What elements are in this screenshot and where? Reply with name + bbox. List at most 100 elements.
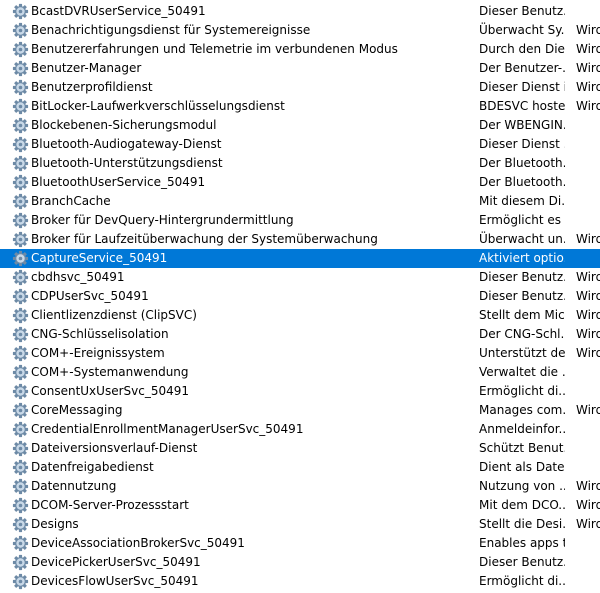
gear-icon [12, 136, 29, 153]
service-row[interactable]: Dateiversionsverlauf-Dienst Schützt Benut… [0, 439, 600, 458]
service-name: Benutzerprofildienst [31, 80, 153, 94]
gear-icon [12, 478, 29, 495]
gear-icon [12, 193, 29, 210]
service-row[interactable]: BranchCache Mit diesem Di... [0, 192, 600, 211]
service-name: CredentialEnrollmentManagerUserSvc_50491 [31, 422, 304, 436]
service-description: Stellt dem Mic... [479, 308, 565, 322]
service-name: Datenfreigabedienst [31, 460, 154, 474]
gear-icon [12, 288, 29, 305]
service-row[interactable]: Benutzererfahrungen und Telemetrie im ve… [0, 40, 600, 59]
service-status: Wird [576, 403, 600, 417]
service-row[interactable]: COM+-Ereignissystem Unterstützt de... Wird [0, 344, 600, 363]
service-status: Wird [576, 517, 600, 531]
service-row[interactable]: CDPUserSvc_50491 Dieser Benutz... Wird [0, 287, 600, 306]
gear-icon [12, 231, 29, 248]
service-name: Bluetooth-Audiogateway-Dienst [31, 137, 222, 151]
service-row[interactable]: ConsentUxUserSvc_50491 Ermöglicht di... [0, 382, 600, 401]
service-description: Ermöglicht di... [479, 574, 565, 588]
service-row[interactable]: BitLocker-Laufwerkverschlüsselungsdienst… [0, 97, 600, 116]
service-row[interactable]: Broker für Laufzeitüberwachung der Syste… [0, 230, 600, 249]
services-list[interactable]: BcastDVRUserService_50491 Dieser Benutz..… [0, 0, 600, 593]
service-name: DevicePickerUserSvc_50491 [31, 555, 201, 569]
service-row[interactable]: DeviceAssociationBrokerSvc_50491 Enables … [0, 534, 600, 553]
service-name: DeviceAssociationBrokerSvc_50491 [31, 536, 245, 550]
service-description: Dieser Benutz... [479, 555, 565, 569]
service-description: Überwacht un... [479, 232, 565, 246]
service-row[interactable]: DCOM-Server-Prozessstart Mit dem DCO... Wi… [0, 496, 600, 515]
gear-icon [12, 345, 29, 362]
service-name: BluetoothUserService_50491 [31, 175, 206, 189]
service-description: Anmeldeinfor... [479, 422, 565, 436]
gear-icon [12, 155, 29, 172]
service-name: Benutzererfahrungen und Telemetrie im ve… [31, 42, 398, 56]
service-row[interactable]: Blockebenen-Sicherungsmodul Der WBENGIN..… [0, 116, 600, 135]
gear-icon [12, 497, 29, 514]
gear-icon [12, 459, 29, 476]
service-description: Mit diesem Di... [479, 194, 565, 208]
service-name: BcastDVRUserService_50491 [31, 4, 206, 18]
service-description: Schützt Benut... [479, 441, 565, 455]
service-description: Dieser Benutz... [479, 4, 565, 18]
service-description: Dieser Dienst i... [479, 80, 565, 94]
service-name: Designs [31, 517, 79, 531]
service-row[interactable]: Benachrichtigungsdienst für Systemereign… [0, 21, 600, 40]
service-name: Benachrichtigungsdienst für Systemereign… [31, 23, 311, 37]
service-row[interactable]: Benutzer-Manager Der Benutzer-... Wird [0, 59, 600, 78]
service-row[interactable]: CredentialEnrollmentManagerUserSvc_50491… [0, 420, 600, 439]
service-name: COM+-Systemanwendung [31, 365, 189, 379]
gear-icon [12, 383, 29, 400]
service-row[interactable]: Designs Stellt die Desi... Wird [0, 515, 600, 534]
service-row[interactable]: Clientlizenzdienst (ClipSVC) Stellt dem M… [0, 306, 600, 325]
service-row[interactable]: Bluetooth-Unterstützungsdienst Der Blueto… [0, 154, 600, 173]
service-description: Durch den Die... [479, 42, 565, 56]
service-status: Wird [576, 270, 600, 284]
service-status: Wird [576, 308, 600, 322]
service-name: Datennutzung [31, 479, 117, 493]
service-name: CDPUserSvc_50491 [31, 289, 149, 303]
service-description: Dieser Benutz... [479, 289, 565, 303]
service-row[interactable]: Broker für DevQuery-Hintergrundermittlun… [0, 211, 600, 230]
gear-icon [12, 440, 29, 457]
service-row[interactable]: CaptureService_50491 Aktiviert optio... [0, 249, 600, 268]
service-name: cbdhsvc_50491 [31, 270, 125, 284]
service-description: Stellt die Desi... [479, 517, 565, 531]
gear-icon [12, 554, 29, 571]
service-name: Clientlizenzdienst (ClipSVC) [31, 308, 197, 322]
service-status: Wird [576, 42, 600, 56]
service-status: Wird [576, 99, 600, 113]
service-status: Wird [576, 61, 600, 75]
service-name: ConsentUxUserSvc_50491 [31, 384, 189, 398]
service-name: Bluetooth-Unterstützungsdienst [31, 156, 223, 170]
gear-icon [12, 307, 29, 324]
service-row[interactable]: Datennutzung Nutzung von ... Wird [0, 477, 600, 496]
service-status: Wird [576, 479, 600, 493]
service-name: COM+-Ereignissystem [31, 346, 165, 360]
service-row[interactable]: COM+-Systemanwendung Verwaltet die ... [0, 363, 600, 382]
service-description: Ermöglicht es ... [479, 213, 565, 227]
service-row[interactable]: Benutzerprofildienst Dieser Dienst i... Wi… [0, 78, 600, 97]
service-row[interactable]: CNG-Schlüsselisolation Der CNG-Schl... Wir… [0, 325, 600, 344]
service-description: Der Bluetooth... [479, 175, 565, 189]
service-name: Dateiversionsverlauf-Dienst [31, 441, 198, 455]
gear-icon [12, 250, 29, 267]
service-row[interactable]: DevicePickerUserSvc_50491 Dieser Benutz..… [0, 553, 600, 572]
gear-icon [12, 117, 29, 134]
service-row[interactable]: BcastDVRUserService_50491 Dieser Benutz..… [0, 2, 600, 21]
service-name: Broker für Laufzeitüberwachung der Syste… [31, 232, 378, 246]
service-row[interactable]: CoreMessaging Manages com... Wird [0, 401, 600, 420]
service-row[interactable]: Bluetooth-Audiogateway-Dienst Dieser Dien… [0, 135, 600, 154]
service-description: Verwaltet die ... [479, 365, 565, 379]
gear-icon [12, 364, 29, 381]
service-row[interactable]: DevicesFlowUserSvc_50491 Ermöglicht di... [0, 572, 600, 591]
service-name: DCOM-Server-Prozessstart [31, 498, 189, 512]
service-description: Der Bluetooth... [479, 156, 565, 170]
service-row[interactable]: Datenfreigabedienst Dient als Date... [0, 458, 600, 477]
service-row[interactable]: cbdhsvc_50491 Dieser Benutz... Wird [0, 268, 600, 287]
service-name: BitLocker-Laufwerkverschlüsselungsdienst [31, 99, 285, 113]
service-description: Überwacht Sy... [479, 23, 565, 37]
gear-icon [12, 421, 29, 438]
gear-icon [12, 573, 29, 590]
gear-icon [12, 98, 29, 115]
service-name: DevicesFlowUserSvc_50491 [31, 574, 199, 588]
service-row[interactable]: BluetoothUserService_50491 Der Bluetooth.… [0, 173, 600, 192]
